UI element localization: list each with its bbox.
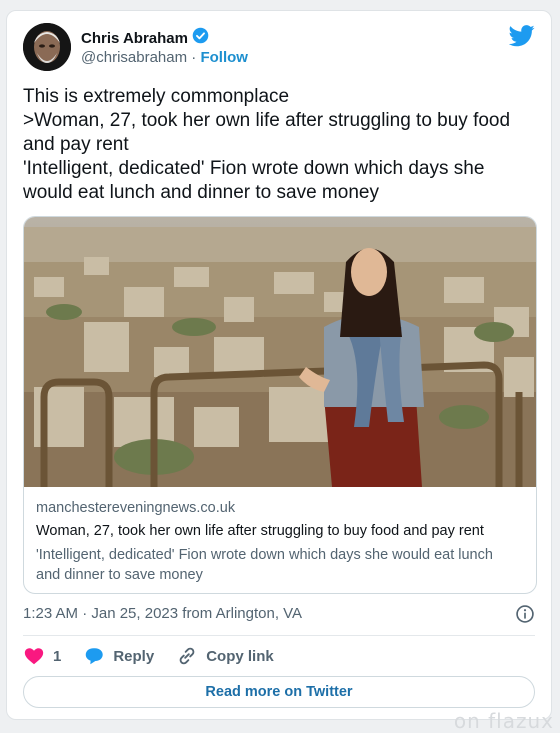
link-domain: manchestereveningnews.co.uk [36,500,236,516]
tweet-text: This is extremely commonplace >Woman, 27… [23,85,535,205]
author-handle[interactable]: @chrisabraham [81,49,187,66]
tweet-line: and pay rent [23,134,129,155]
copy-link-button[interactable]: Copy link [176,645,274,667]
author-name[interactable]: Chris Abraham [81,30,188,47]
copy-link-label: Copy link [206,647,274,665]
verified-badge-icon [192,27,209,49]
link-description-line: 'Intelligent, dedicated' Fion wrote down… [36,547,493,563]
tweet-line: This is extremely commonplace [23,86,290,107]
info-icon[interactable] [515,604,535,624]
tweet-line: would eat lunch and dinner to save money [23,182,379,203]
reply-bubble-icon [86,648,104,665]
link-description-line: and dinner to save money [36,567,203,583]
reply-button[interactable]: Reply [83,645,154,667]
divider [23,635,535,636]
like-count: 1 [53,647,62,665]
like-button[interactable]: 1 [23,645,61,667]
link-icon [179,647,195,665]
tweet-line: >Woman, 27, took her own life after stru… [23,110,511,131]
watermark: on flazux [453,709,554,733]
author-handle-row: @chrisabraham · Follow [81,49,248,66]
link-info[interactable]: manchestereveningnews.co.uk Woman, 27, t… [36,500,524,585]
article-photo[interactable] [24,217,537,487]
tweet-header: Chris Abraham @chrisabraham · Follow [23,23,535,73]
avatar[interactable] [23,23,71,71]
link-card[interactable]: manchestereveningnews.co.uk Woman, 27, t… [23,216,537,594]
tweet-timestamp[interactable]: 1:23 AM · Jan 25, 2023 from Arlington, V… [23,605,302,622]
link-title: Woman, 27, took her own life after strug… [36,523,484,539]
separator: · [191,49,197,66]
heart-icon [24,648,44,665]
tweet-line: 'Intelligent, dedicated' Fion wrote down… [23,158,485,179]
link-description: 'Intelligent, dedicated' Fion wrote down… [36,545,524,585]
read-more-button[interactable]: Read more on Twitter [23,676,535,708]
action-bar: 1 Reply Copy link [23,645,296,667]
reply-label: Reply [113,647,155,665]
follow-button[interactable]: Follow [200,49,248,66]
author-name-row: Chris Abraham [81,27,209,49]
twitter-bird-icon[interactable] [509,25,535,47]
tweet-card: Chris Abraham @chrisabraham · Follow Thi… [6,10,552,720]
